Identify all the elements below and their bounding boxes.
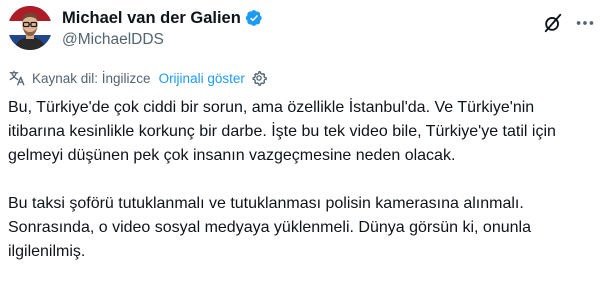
tweet-paragraph: Bu taksi şoförü tutuklanmalı ve tutuklan… (8, 195, 531, 260)
display-name[interactable]: Michael van der Galien (62, 7, 241, 29)
tweet-text: Bu, Türkiye'de çok ciddi bir sorun, ama … (8, 96, 594, 264)
tweet-paragraph: Bu, Türkiye'de çok ciddi bir sorun, ama … (8, 99, 556, 164)
verified-badge-icon[interactable] (245, 9, 263, 27)
more-icon[interactable] (574, 12, 596, 34)
translation-bar: Kaynak dil: İngilizce Orijinali göster (8, 68, 267, 88)
translate-icon (8, 69, 26, 87)
author-handle[interactable]: @MichaelDDS (62, 30, 263, 50)
source-language-label: Kaynak dil: İngilizce (32, 70, 151, 86)
display-name-row: Michael van der Galien (62, 7, 263, 29)
grok-icon[interactable] (542, 12, 564, 34)
show-original-link[interactable]: Orijinali göster (159, 71, 245, 86)
avatar[interactable] (8, 6, 52, 50)
gear-icon[interactable] (251, 70, 267, 86)
author-info: Michael van der Galien @MichaelDDS (62, 7, 263, 50)
tweet: Michael van der Galien @MichaelDDS Kayna… (0, 0, 600, 294)
